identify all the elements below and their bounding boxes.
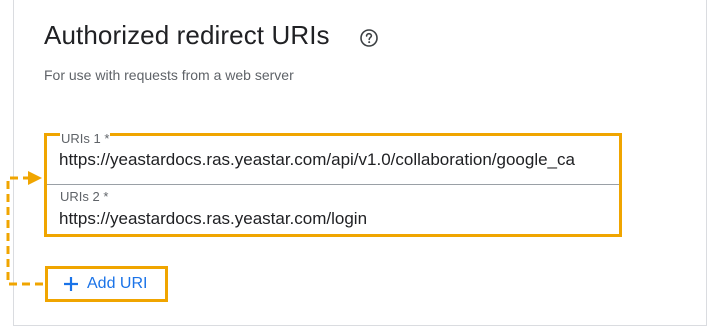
dashed-arrow-annotation	[6, 171, 43, 286]
arrow-head-icon	[28, 171, 42, 185]
